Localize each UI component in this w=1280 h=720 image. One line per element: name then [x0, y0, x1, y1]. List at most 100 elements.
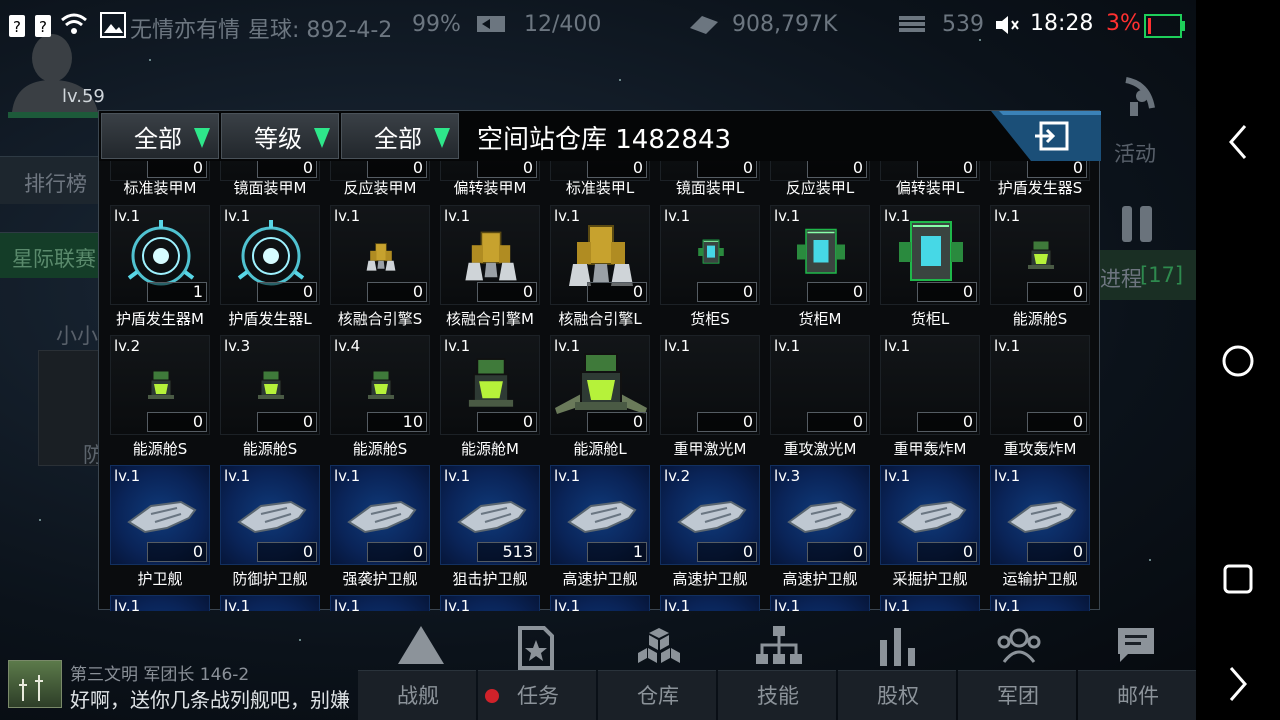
item-count: 0	[587, 161, 647, 178]
item-slot[interactable]: lv.1	[990, 595, 1090, 611]
item-name: 护盾发生器S	[997, 179, 1083, 197]
item-slot[interactable]: lv.1	[550, 595, 650, 611]
svg-text:?: ?	[39, 18, 47, 36]
item-slot[interactable]: lv.1 0	[330, 205, 430, 305]
item-level: lv.1	[994, 337, 1021, 355]
league-label: 星际联赛	[12, 247, 96, 271]
item-level: lv.1	[884, 467, 911, 485]
home-button[interactable]	[1196, 334, 1280, 388]
item-count: 0	[807, 282, 867, 302]
rank-button[interactable]: 排行榜	[0, 156, 100, 204]
unknown-app-icon-2: ?	[34, 14, 52, 44]
item-slot[interactable]: lv.2 0	[110, 335, 210, 435]
item-slot[interactable]: lv.1 1	[110, 205, 210, 305]
item-slot[interactable]: lv.1 0	[440, 335, 540, 435]
type-filter[interactable]: 全部	[341, 113, 459, 159]
item-slot[interactable]: lv.1 0	[110, 465, 210, 565]
item-count: 0	[257, 412, 317, 432]
item-name: 重甲激光M	[673, 440, 747, 458]
category-filter-label: 全部	[134, 124, 182, 153]
category-filter[interactable]: 全部	[101, 113, 219, 159]
item-slot[interactable]: lv.1 1	[550, 465, 650, 565]
item-slot[interactable]: lv.4 10	[330, 335, 430, 435]
item-count: 0	[367, 542, 427, 562]
item-level: lv.1	[664, 207, 691, 225]
skill-tree-icon	[756, 626, 802, 664]
item-slot[interactable]: lv.1 0	[770, 205, 870, 305]
system-nav-bar	[1196, 0, 1280, 720]
player-level: lv.59	[62, 86, 105, 107]
item-grid[interactable]: 0 标准装甲M 0 镜面装甲M 0 反应装甲M 0 偏转装甲M 0 标准装甲L 0 镜面装甲L 0 反应装…	[99, 161, 1101, 611]
exit-button[interactable]	[991, 111, 1101, 161]
progress-count: [17]	[1140, 263, 1184, 287]
item-level: lv.1	[554, 207, 581, 225]
credits-icon	[688, 14, 720, 40]
item-slot[interactable]: lv.1	[330, 595, 430, 611]
item-slot[interactable]: lv.1 0	[990, 465, 1090, 565]
item-level: lv.1	[444, 207, 471, 225]
item-slot[interactable]: lv.1 0	[770, 335, 870, 435]
item-count: 0	[257, 282, 317, 302]
item-slot[interactable]: lv.1	[110, 595, 210, 611]
item-slot[interactable]: lv.3 0	[770, 465, 870, 565]
item-slot[interactable]: lv.1 0	[220, 205, 320, 305]
item-slot[interactable]: lv.1 0	[880, 335, 980, 435]
tab-warships[interactable]: 战舰	[358, 612, 478, 720]
item-level: lv.1	[664, 337, 691, 355]
triangle-ship-icon	[398, 626, 444, 664]
item-slot[interactable]: lv.2 0	[660, 465, 760, 565]
item-slot[interactable]: lv.3 0	[220, 335, 320, 435]
chat-avatar[interactable]	[8, 660, 62, 708]
tab-skills[interactable]: 技能	[718, 612, 838, 720]
item-count: 0	[1027, 412, 1087, 432]
league-button[interactable]: 星际联赛	[0, 232, 100, 278]
recents-button[interactable]	[1196, 552, 1280, 606]
tab-legion[interactable]: 军团	[958, 612, 1078, 720]
item-slot[interactable]: lv.1	[660, 595, 760, 611]
item-level: lv.1	[114, 467, 141, 485]
item-slot[interactable]: lv.1 0	[880, 465, 980, 565]
progress-button[interactable]: 进程 [17]	[1100, 250, 1196, 300]
item-level: lv.1	[334, 467, 361, 485]
item-slot[interactable]: lv.1	[880, 595, 980, 611]
item-slot[interactable]: lv.1	[440, 595, 540, 611]
item-count: 0	[367, 161, 427, 178]
item-level: lv.1	[994, 467, 1021, 485]
tab-mail[interactable]: 邮件	[1078, 612, 1196, 720]
item-slot[interactable]: lv.1 0	[330, 465, 430, 565]
item-name: 采掘护卫舰	[892, 570, 968, 588]
item-slot[interactable]: lv.1 0	[440, 205, 540, 305]
bg-thumbnail: 防	[38, 350, 104, 467]
tab-equity[interactable]: 股权	[838, 612, 958, 720]
item-slot[interactable]: lv.1 0	[990, 335, 1090, 435]
level-filter[interactable]: 等级	[221, 113, 339, 159]
item-slot[interactable]: lv.1 0	[550, 205, 650, 305]
item-slot[interactable]: lv.1 0	[880, 205, 980, 305]
item-slot[interactable]: lv.1 0	[990, 205, 1090, 305]
dropdown-arrow-icon	[434, 128, 450, 148]
item-count: 0	[147, 412, 207, 432]
activity-label[interactable]: 活动	[1114, 138, 1156, 168]
item-level: lv.1	[994, 597, 1021, 611]
item-slot[interactable]: lv.1	[220, 595, 320, 611]
player-name: 无情亦有情	[130, 18, 241, 43]
message-icon	[1118, 628, 1154, 662]
forward-button[interactable]	[1196, 658, 1280, 710]
item-count: 0	[917, 282, 977, 302]
item-name: 偏转装甲M	[453, 179, 527, 197]
item-slot[interactable]: lv.1 0	[550, 335, 650, 435]
item-slot[interactable]: lv.1	[770, 595, 870, 611]
item-slot[interactable]: lv.1 0	[660, 335, 760, 435]
item-slot[interactable]: lv.1 513	[440, 465, 540, 565]
item-name: 货柜M	[798, 310, 842, 328]
tab-warehouse[interactable]: 仓库	[598, 612, 718, 720]
chat-message[interactable]: 好啊，送你几条战列舰吧，别嫌	[70, 684, 358, 713]
item-slot[interactable]: lv.1 0	[220, 465, 320, 565]
item-slot[interactable]: lv.1 0	[660, 205, 760, 305]
tab-label: 股权	[877, 684, 919, 708]
radar-icon[interactable]	[1118, 70, 1158, 124]
back-button[interactable]	[1196, 116, 1280, 168]
type-filter-label: 全部	[374, 124, 422, 153]
tab-missions[interactable]: 任务	[478, 612, 598, 720]
wrench-icon[interactable]	[1118, 204, 1158, 248]
